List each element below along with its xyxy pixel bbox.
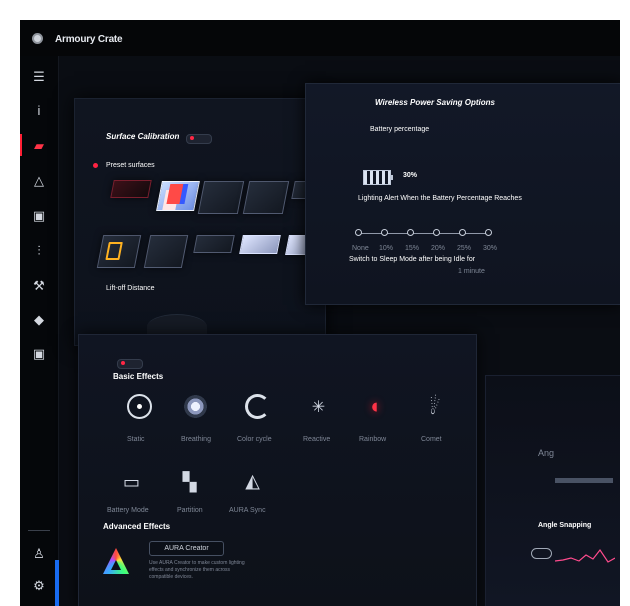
angle-snapping-label: Angle Snapping bbox=[538, 522, 592, 529]
surface-tile-light[interactable] bbox=[239, 235, 281, 254]
armoury-crate-window: Armoury Crate ☰ i ▰ △ ▣ ⫶ ⚒ ◆ ▣ ♙ ⚙ Surf… bbox=[20, 20, 620, 606]
app-logo-icon bbox=[32, 33, 43, 44]
triangle-icon[interactable]: △ bbox=[28, 169, 50, 191]
angle-slider-track[interactable] bbox=[555, 478, 613, 483]
sidebar-active-indicator bbox=[20, 134, 22, 156]
preset-radio-icon[interactable] bbox=[93, 163, 98, 168]
aura-sync-icon[interactable]: ◭ bbox=[240, 469, 265, 494]
battery-alert-slider-track[interactable] bbox=[357, 233, 489, 234]
effect-label-partition: Partition bbox=[177, 507, 203, 514]
battery-level-icon bbox=[363, 170, 393, 185]
aura-creator-description: Use AURA Creator to make custom lighting… bbox=[149, 560, 245, 580]
reactive-icon[interactable]: ✳ bbox=[306, 394, 331, 419]
slider-node[interactable] bbox=[355, 229, 362, 236]
wireless-power-title: Wireless Power Saving Options bbox=[375, 98, 495, 107]
angle-short-label: Ang bbox=[538, 448, 555, 458]
effect-label-battery-mode: Battery Mode bbox=[107, 507, 149, 514]
aura-creator-button[interactable]: AURA Creator bbox=[149, 541, 224, 556]
slider-node[interactable] bbox=[407, 229, 414, 236]
rainbow-icon[interactable]: ◖ bbox=[362, 394, 387, 419]
surface-toggle[interactable] bbox=[186, 134, 212, 144]
effect-label-aura-sync: AURA Sync bbox=[229, 507, 266, 514]
scale-label-none: None bbox=[352, 245, 369, 252]
scale-label-25: 25% bbox=[457, 245, 472, 252]
device-icon[interactable]: ▰ bbox=[28, 134, 50, 156]
effect-label-static: Static bbox=[127, 436, 145, 443]
advanced-effects-title: Advanced Effects bbox=[103, 522, 171, 531]
sidebar: ☰ i ▰ △ ▣ ⫶ ⚒ ◆ ▣ ♙ ⚙ bbox=[20, 56, 59, 606]
angle-snapping-toggle[interactable] bbox=[531, 548, 552, 559]
angle-graph bbox=[555, 548, 615, 563]
tag-icon[interactable]: ◆ bbox=[28, 308, 50, 330]
partition-icon[interactable]: ▚ bbox=[177, 470, 202, 495]
slider-node[interactable] bbox=[381, 229, 388, 236]
battery-percentage-value: 30% bbox=[403, 172, 418, 179]
lighting-alert-label: Lighting Alert When the Battery Percenta… bbox=[358, 195, 522, 202]
app-title: Armoury Crate bbox=[55, 34, 123, 45]
sleep-mode-value: 1 minute bbox=[458, 268, 485, 275]
color-cycle-icon[interactable] bbox=[245, 394, 270, 419]
static-icon[interactable] bbox=[127, 394, 152, 419]
surface-tile[interactable] bbox=[242, 181, 290, 214]
title-bar: Armoury Crate bbox=[20, 20, 620, 56]
effect-label-rainbow: Rainbow bbox=[359, 436, 387, 443]
slider-node[interactable] bbox=[459, 229, 466, 236]
scale-label-10: 10% bbox=[379, 245, 394, 252]
profile-icon[interactable]: ♙ bbox=[28, 542, 50, 564]
menu-icon[interactable]: ☰ bbox=[28, 65, 50, 87]
slider-node[interactable] bbox=[485, 229, 492, 236]
surface-tile-selected[interactable] bbox=[156, 181, 200, 211]
lighting-effects-panel: Basic Effects Static Breathing Color cyc… bbox=[78, 334, 477, 606]
lift-off-distance-label: Lift-off Distance bbox=[106, 285, 155, 292]
info-icon[interactable]: i bbox=[28, 99, 50, 121]
surface-tile-orange[interactable] bbox=[96, 235, 142, 268]
surface-tile[interactable] bbox=[143, 235, 189, 268]
sleep-mode-text: Switch to Sleep Mode after being Idle fo… bbox=[349, 256, 476, 263]
preset-surfaces-label: Preset surfaces bbox=[106, 162, 155, 169]
surface-calibration-panel: Surface Calibration Preset surfaces Lift… bbox=[74, 98, 337, 346]
surface-tile[interactable] bbox=[193, 235, 235, 253]
effect-label-reactive: Reactive bbox=[303, 436, 331, 443]
breathing-icon[interactable] bbox=[183, 394, 208, 419]
angle-settings-panel: Ang Angle Snapping bbox=[485, 375, 620, 606]
surface-tile[interactable] bbox=[197, 181, 245, 214]
scale-label-15: 15% bbox=[405, 245, 420, 252]
effect-label-breathing: Breathing bbox=[181, 436, 211, 443]
effects-toggle[interactable] bbox=[117, 359, 143, 369]
battery-percentage-label: Battery percentage bbox=[370, 126, 430, 133]
surface-calibration-title: Surface Calibration bbox=[106, 132, 180, 141]
settings-icon[interactable]: ⚙ bbox=[28, 574, 50, 596]
battery-mode-icon[interactable]: ▭ bbox=[119, 470, 144, 495]
sidebar-divider bbox=[28, 530, 50, 531]
slider-node[interactable] bbox=[433, 229, 440, 236]
sliders-icon[interactable]: ⫶ bbox=[28, 239, 50, 261]
battery-icon[interactable]: ▣ bbox=[28, 342, 50, 364]
bottom-blue-accent bbox=[55, 560, 59, 606]
wireless-power-panel: Wireless Power Saving Options Battery pe… bbox=[305, 83, 620, 305]
selected-surface-art bbox=[166, 184, 184, 204]
comet-icon[interactable]: ☄ bbox=[418, 389, 452, 423]
surface-tile-red[interactable] bbox=[110, 180, 152, 198]
wrench-icon[interactable]: ⚒ bbox=[28, 274, 50, 296]
effect-label-color-cycle: Color cycle bbox=[237, 436, 272, 443]
effect-label-comet: Comet bbox=[421, 436, 442, 443]
basic-effects-title: Basic Effects bbox=[113, 372, 164, 381]
scale-label-30: 30% bbox=[483, 245, 498, 252]
gamepad-icon[interactable]: ▣ bbox=[28, 204, 50, 226]
scale-label-20: 20% bbox=[431, 245, 446, 252]
